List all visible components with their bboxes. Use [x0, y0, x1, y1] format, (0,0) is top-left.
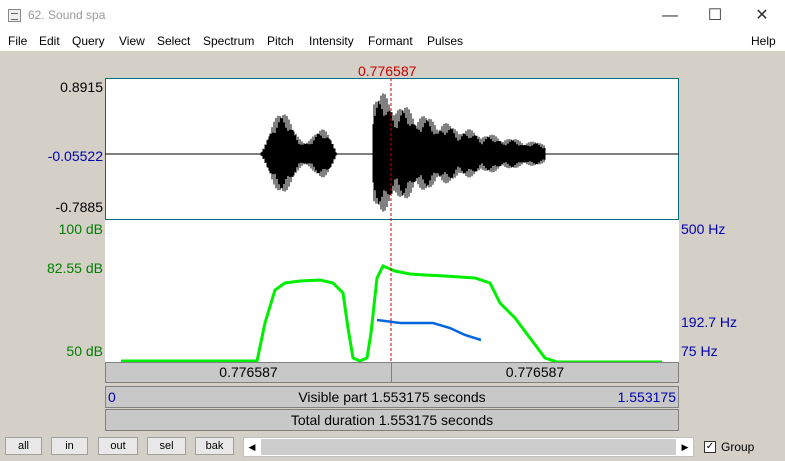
right-time-segment[interactable]: 0.776587	[391, 362, 679, 383]
in-button[interactable]: in	[51, 437, 88, 455]
menu-file[interactable]: File	[8, 34, 27, 48]
total-duration-label: Total duration 1.553175 seconds	[290, 412, 494, 428]
menu-spectrum[interactable]: Spectrum	[203, 34, 254, 48]
pitch-top-label: 500 Hz	[681, 221, 726, 237]
menu-help[interactable]: Help	[751, 34, 776, 48]
cursor-time-label: 0.776587	[358, 63, 417, 79]
intensity-top-label: 100 dB	[58, 221, 103, 237]
intensity-bottom-label: 50 dB	[66, 343, 103, 359]
left-time-segment[interactable]: 0.776587	[105, 362, 392, 383]
analysis-panel[interactable]	[104, 78, 679, 364]
title-bar: 62. Sound spa — ☐ ✕	[0, 0, 785, 31]
sel-button[interactable]: sel	[147, 437, 186, 455]
pitch-curve	[376, 318, 482, 342]
window-title: 62. Sound spa	[28, 8, 106, 22]
scroll-right-icon[interactable]: ▶	[677, 438, 693, 456]
menu-select[interactable]: Select	[157, 34, 190, 48]
visible-part-label: Visible part 1.553175 seconds	[298, 389, 486, 405]
pitch-mid-label: 192.7 Hz	[681, 314, 738, 330]
visible-end: 1.553175	[617, 389, 676, 405]
menu-view[interactable]: View	[119, 34, 145, 48]
menu-edit[interactable]: Edit	[39, 34, 60, 48]
analysis-plot	[104, 78, 679, 364]
menu-bar: File Edit Query View Select Spectrum Pit…	[0, 31, 785, 51]
menu-formant[interactable]: Formant	[368, 34, 413, 48]
total-duration-bar[interactable]: Total duration 1.553175 seconds	[105, 409, 679, 431]
sound-editor-area: 0.776587 0.8915 -0.05522 -0.7885 100 dB …	[0, 51, 785, 461]
visible-start: 0	[108, 389, 116, 405]
pitch-bottom-label: 75 Hz	[681, 343, 718, 359]
left-time-value: 0.776587	[219, 364, 278, 380]
scroll-left-icon[interactable]: ◀	[244, 438, 260, 456]
menu-pitch[interactable]: Pitch	[267, 34, 294, 48]
intensity-mid-label: 82.55 dB	[46, 260, 103, 276]
app-icon	[8, 9, 21, 22]
group-checkbox[interactable]: ✓	[704, 441, 716, 453]
waveform-mid-label: -0.05522	[47, 148, 103, 164]
menu-query[interactable]: Query	[72, 34, 105, 48]
waveform-max-label: 0.8915	[60, 79, 103, 95]
scroll-thumb[interactable]	[261, 439, 676, 455]
bak-button[interactable]: bak	[195, 437, 234, 455]
menu-pulses[interactable]: Pulses	[427, 34, 463, 48]
maximize-button[interactable]: ☐	[692, 0, 738, 31]
right-time-value: 0.776587	[505, 364, 565, 380]
horizontal-scrollbar[interactable]: ◀ ▶	[243, 437, 694, 457]
minimize-button[interactable]: —	[647, 0, 693, 31]
visible-part-bar[interactable]: 0 Visible part 1.553175 seconds 1.553175	[105, 386, 679, 408]
out-button[interactable]: out	[98, 437, 138, 455]
waveform-min-label: -0.7885	[55, 199, 103, 215]
close-button[interactable]: ✕	[739, 0, 785, 31]
group-label: Group	[721, 440, 755, 454]
all-button[interactable]: all	[5, 437, 42, 455]
menu-intensity[interactable]: Intensity	[309, 34, 354, 48]
